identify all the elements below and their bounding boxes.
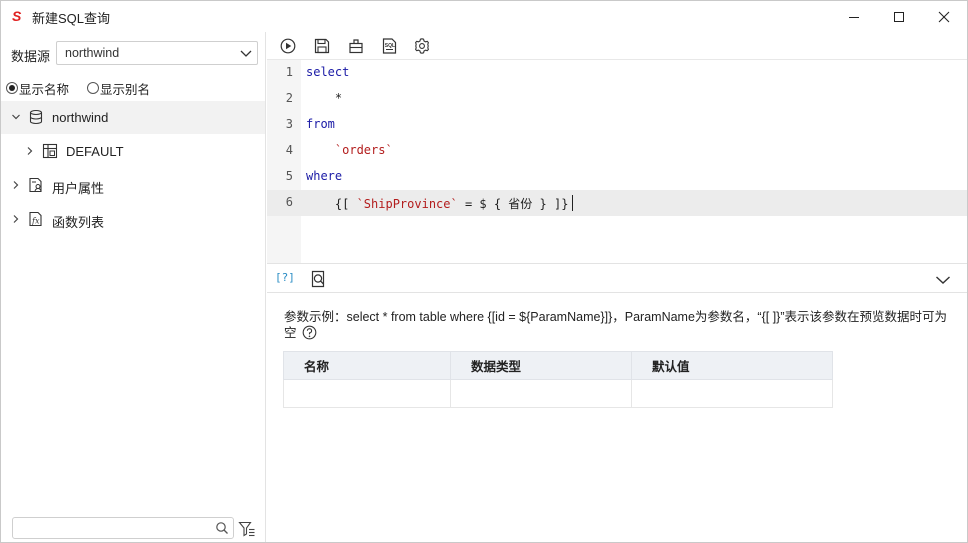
window-title: 新建SQL查询 bbox=[32, 11, 111, 26]
table-cell[interactable] bbox=[450, 379, 632, 408]
table-header-row: 名称 数据类型 默认值 bbox=[283, 351, 833, 380]
column-header-type: 数据类型 bbox=[450, 351, 632, 380]
format-sql-icon[interactable]: SQL bbox=[381, 37, 399, 55]
minimize-button[interactable] bbox=[831, 1, 877, 32]
search-icon[interactable] bbox=[215, 521, 229, 535]
text-cursor bbox=[572, 195, 574, 211]
column-header-name: 名称 bbox=[283, 351, 451, 380]
sql-editor-panel: SQL 1 select 2 * 3 from 4 `orders` 5 whe… bbox=[267, 32, 967, 542]
radio-show-name-dot[interactable] bbox=[6, 82, 18, 94]
detect-parameters-icon[interactable] bbox=[309, 270, 327, 288]
chevron-right-icon[interactable] bbox=[25, 146, 35, 156]
line-number: 1 bbox=[285, 65, 293, 79]
maximize-icon bbox=[894, 11, 904, 22]
editor-toolbar: SQL bbox=[267, 32, 967, 60]
sql-keyword: where bbox=[306, 169, 343, 183]
collapse-panel-icon[interactable] bbox=[935, 271, 951, 289]
code-line-active[interactable]: 6 {[ `ShipProvince` = $ { 省份 } ]} bbox=[267, 190, 967, 216]
title-bar: S 新建SQL查询 bbox=[1, 1, 967, 32]
parameter-tab[interactable]: [?] bbox=[275, 271, 295, 289]
function-list-icon: fx bbox=[29, 211, 42, 227]
clear-icon[interactable] bbox=[347, 37, 365, 55]
datasource-panel: 数据源 northwind 显示名称 显示别名 northwind DEFAUL… bbox=[1, 32, 266, 542]
sql-identifier: `orders` bbox=[334, 143, 393, 157]
user-property-icon bbox=[29, 177, 42, 193]
line-number: 2 bbox=[285, 91, 293, 105]
sql-keyword: from bbox=[306, 117, 335, 131]
code-text: {[ `ShipProvince` = $ { 省份 } ]} bbox=[306, 195, 574, 212]
close-button[interactable] bbox=[921, 1, 967, 32]
tree-search-input[interactable] bbox=[12, 517, 234, 539]
tree-item-label: northwind bbox=[52, 110, 109, 125]
radio-show-alias-label: 显示别名 bbox=[100, 82, 151, 97]
tree-item-label: DEFAULT bbox=[66, 144, 124, 159]
sql-identifier: `ShipProvince` bbox=[356, 197, 458, 211]
tree-item-user-properties[interactable]: 用户属性 bbox=[1, 169, 265, 202]
parameter-hint-text: 参数示例：select * from table where {[id = ${… bbox=[284, 310, 948, 340]
code-line[interactable]: 2 * bbox=[267, 86, 967, 112]
tree-item-label: 函数列表 bbox=[52, 215, 105, 230]
code-segment: = $ { 省份 } ]} bbox=[457, 197, 569, 211]
filter-icon[interactable] bbox=[238, 520, 256, 538]
code-line[interactable]: 4 `orders` bbox=[267, 138, 967, 164]
chevron-down-icon bbox=[240, 50, 252, 57]
chevron-right-icon[interactable] bbox=[11, 180, 21, 190]
run-icon[interactable] bbox=[279, 37, 297, 55]
code-segment: {[ bbox=[306, 197, 357, 211]
column-header-default: 默认值 bbox=[631, 351, 833, 380]
radio-show-name-label: 显示名称 bbox=[19, 82, 70, 97]
minimize-icon bbox=[849, 16, 859, 18]
save-icon[interactable] bbox=[313, 37, 331, 55]
database-icon bbox=[29, 109, 43, 125]
radio-show-alias[interactable]: 显示别名 bbox=[87, 80, 151, 97]
sql-keyword: select bbox=[306, 65, 350, 79]
chevron-right-icon[interactable] bbox=[11, 214, 21, 224]
sql-query-window: S 新建SQL查询 数据源 northwind 显示名称 显示别名 northw… bbox=[0, 0, 968, 543]
tree-item-label: 用户属性 bbox=[52, 181, 105, 196]
parameter-table: 名称 数据类型 默认值 bbox=[283, 351, 833, 408]
table-row[interactable] bbox=[283, 379, 833, 408]
code-text: `orders` bbox=[306, 143, 393, 157]
svg-text:fx: fx bbox=[31, 217, 40, 226]
settings-icon[interactable] bbox=[413, 37, 431, 55]
table-cell[interactable] bbox=[283, 379, 451, 408]
line-number: 4 bbox=[285, 143, 293, 157]
parameter-toolbar: [?] bbox=[267, 263, 967, 293]
line-number: 6 bbox=[285, 195, 293, 209]
table-cell[interactable] bbox=[631, 379, 833, 408]
chevron-down-icon[interactable] bbox=[11, 112, 21, 122]
code-text: select bbox=[306, 65, 349, 79]
tree-item-default[interactable]: DEFAULT bbox=[1, 135, 265, 168]
radio-show-alias-dot[interactable] bbox=[87, 82, 99, 94]
parameter-panel: 参数示例：select * from table where {[id = ${… bbox=[267, 293, 967, 542]
close-icon bbox=[938, 11, 950, 22]
datasource-select[interactable]: northwind bbox=[56, 41, 258, 65]
svg-text:S: S bbox=[12, 8, 22, 24]
line-number: 3 bbox=[285, 117, 293, 131]
line-number: 5 bbox=[285, 169, 293, 183]
code-line[interactable]: 5 where bbox=[267, 164, 967, 190]
schema-table-icon bbox=[42, 143, 58, 159]
radio-show-name[interactable]: 显示名称 bbox=[6, 80, 70, 97]
code-text: * bbox=[306, 91, 343, 105]
code-text: from bbox=[306, 117, 335, 131]
code-line[interactable]: 1 select bbox=[267, 60, 967, 86]
datasource-label: 数据源 bbox=[11, 49, 51, 64]
datasource-value: northwind bbox=[65, 46, 120, 60]
svg-text:SQL: SQL bbox=[385, 43, 395, 49]
maximize-button[interactable] bbox=[876, 1, 922, 32]
help-icon[interactable] bbox=[302, 325, 317, 340]
app-logo-icon: S bbox=[12, 8, 22, 24]
parameter-hint: 参数示例：select * from table where {[id = ${… bbox=[284, 309, 956, 341]
tree-item-northwind[interactable]: northwind bbox=[1, 101, 265, 134]
tree-item-function-list[interactable]: fx 函数列表 bbox=[1, 203, 265, 236]
code-line[interactable]: 3 from bbox=[267, 112, 967, 138]
code-text: where bbox=[306, 169, 342, 183]
sql-code-editor[interactable]: 1 select 2 * 3 from 4 `orders` 5 where 6 bbox=[267, 60, 967, 263]
